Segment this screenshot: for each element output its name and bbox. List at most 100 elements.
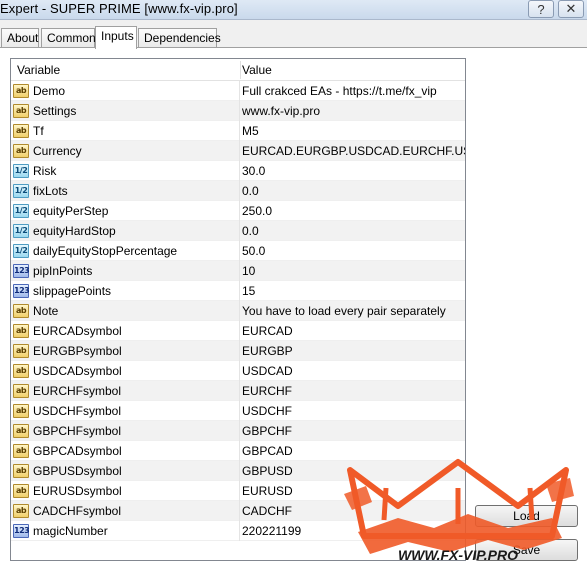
value-cell[interactable]: 0.0 bbox=[241, 221, 465, 241]
string-type-icon: ab bbox=[13, 504, 29, 518]
table-row[interactable]: 123 slippagePoints 15 bbox=[11, 281, 465, 301]
variable-name: pipInPoints bbox=[33, 264, 93, 278]
variable-cell: 123 slippagePoints bbox=[11, 281, 240, 301]
table-row[interactable]: ab USDCHFsymbol USDCHF bbox=[11, 401, 465, 421]
double-type-icon: 1/2 bbox=[13, 204, 29, 218]
string-type-icon: ab bbox=[13, 84, 29, 98]
variable-name: GBPUSDsymbol bbox=[33, 464, 122, 478]
value-cell[interactable]: 30.0 bbox=[241, 161, 465, 181]
value-cell[interactable]: EURCAD bbox=[241, 321, 465, 341]
variable-name: magicNumber bbox=[33, 524, 108, 538]
string-type-icon: ab bbox=[13, 484, 29, 498]
string-type-icon: ab bbox=[13, 304, 29, 318]
window-title: Expert - SUPER PRIME [www.fx-vip.pro] bbox=[0, 1, 238, 16]
variable-cell: ab Settings bbox=[11, 101, 240, 121]
string-type-icon: ab bbox=[13, 424, 29, 438]
string-type-icon: ab bbox=[13, 324, 29, 338]
help-button[interactable]: ? bbox=[528, 0, 554, 18]
variable-name: fixLots bbox=[33, 184, 68, 198]
table-row[interactable]: 123 pipInPoints 10 bbox=[11, 261, 465, 281]
variable-name: EURCADsymbol bbox=[33, 324, 122, 338]
variable-name: USDCHFsymbol bbox=[33, 404, 122, 418]
variable-cell: ab Demo bbox=[11, 81, 240, 101]
variable-cell: 123 pipInPoints bbox=[11, 261, 240, 281]
tab-common[interactable]: Common bbox=[41, 28, 96, 48]
variable-name: Note bbox=[33, 304, 59, 318]
tab-about[interactable]: About bbox=[1, 28, 39, 48]
variable-name: Demo bbox=[33, 84, 66, 98]
variable-name: Settings bbox=[33, 104, 77, 118]
table-row[interactable]: 1/2 Risk 30.0 bbox=[11, 161, 465, 181]
value-cell[interactable]: 15 bbox=[241, 281, 465, 301]
value-cell[interactable]: 10 bbox=[241, 261, 465, 281]
tab-inputs[interactable]: Inputs bbox=[95, 26, 137, 49]
table-row[interactable]: ab Currency EURCAD.EURGBP.USDCAD.EURCHF.US… bbox=[11, 141, 465, 161]
double-type-icon: 1/2 bbox=[13, 224, 29, 238]
string-type-icon: ab bbox=[13, 384, 29, 398]
variable-name: EURGBPsymbol bbox=[33, 344, 122, 358]
variable-cell: 1/2 equityHardStop bbox=[11, 221, 240, 241]
table-row[interactable]: 1/2 dailyEquityStopPercentage 50.0 bbox=[11, 241, 465, 261]
variable-cell: ab USDCADsymbol bbox=[11, 361, 240, 381]
table-row[interactable]: ab Demo Full crakced EAs - https://t.me/fx… bbox=[11, 81, 465, 101]
variable-name: Currency bbox=[33, 144, 82, 158]
value-cell[interactable]: EURGBP bbox=[241, 341, 465, 361]
variable-name: EURUSDsymbol bbox=[33, 484, 122, 498]
variable-cell: ab CADCHFsymbol bbox=[11, 501, 240, 521]
string-type-icon: ab bbox=[13, 344, 29, 358]
table-row[interactable]: ab GBPCHFsymbol GBPCHF bbox=[11, 421, 465, 441]
variable-name: Tf bbox=[33, 124, 44, 138]
value-cell[interactable]: You have to load every pair separately bbox=[241, 301, 465, 321]
integer-type-icon: 123 bbox=[13, 284, 30, 298]
value-cell[interactable]: 0.0 bbox=[241, 181, 465, 201]
double-type-icon: 1/2 bbox=[13, 244, 29, 258]
table-row[interactable]: 1/2 fixLots 0.0 bbox=[11, 181, 465, 201]
table-row[interactable]: ab EURCHFsymbol EURCHF bbox=[11, 381, 465, 401]
value-cell[interactable]: 250.0 bbox=[241, 201, 465, 221]
table-row[interactable]: 1/2 equityPerStep 250.0 bbox=[11, 201, 465, 221]
table-row[interactable]: ab EURGBPsymbol EURGBP bbox=[11, 341, 465, 361]
variable-name: slippagePoints bbox=[33, 284, 112, 298]
variable-cell: 1/2 dailyEquityStopPercentage bbox=[11, 241, 240, 261]
grid-header: Variable Value bbox=[11, 59, 465, 81]
value-cell[interactable]: 50.0 bbox=[241, 241, 465, 261]
tab-dependencies[interactable]: Dependencies bbox=[138, 28, 221, 48]
table-row[interactable]: ab Tf M5 bbox=[11, 121, 465, 141]
variable-cell: 123 magicNumber bbox=[11, 521, 240, 541]
table-row[interactable]: 1/2 equityHardStop 0.0 bbox=[11, 221, 465, 241]
double-type-icon: 1/2 bbox=[13, 184, 29, 198]
table-row[interactable]: ab Note You have to load every pair separa… bbox=[11, 301, 465, 321]
value-cell[interactable]: Full crakced EAs - https://t.me/fx_vip bbox=[241, 81, 465, 101]
title-bar: Expert - SUPER PRIME [www.fx-vip.pro] ? … bbox=[0, 0, 587, 20]
close-button[interactable]: ✕ bbox=[558, 0, 584, 18]
variable-name: CADCHFsymbol bbox=[33, 504, 122, 518]
tab-strip: About Common Inputs Dependencies bbox=[0, 26, 587, 49]
header-value[interactable]: Value bbox=[236, 59, 272, 81]
value-cell[interactable]: EURCAD.EURGBP.USDCAD.EURCHF.US... bbox=[241, 141, 465, 161]
table-row[interactable]: ab Settings www.fx-vip.pro bbox=[11, 101, 465, 121]
variable-cell: ab GBPCADsymbol bbox=[11, 441, 240, 461]
value-cell[interactable]: M5 bbox=[241, 121, 465, 141]
variable-cell: ab Note bbox=[11, 301, 240, 321]
value-cell[interactable]: EURCHF bbox=[241, 381, 465, 401]
value-cell[interactable]: USDCHF bbox=[241, 401, 465, 421]
integer-type-icon: 123 bbox=[13, 524, 30, 538]
variable-cell: 1/2 Risk bbox=[11, 161, 240, 181]
variable-name: GBPCHFsymbol bbox=[33, 424, 122, 438]
string-type-icon: ab bbox=[13, 444, 29, 458]
value-cell[interactable]: USDCAD bbox=[241, 361, 465, 381]
header-variable[interactable]: Variable bbox=[11, 59, 60, 81]
string-type-icon: ab bbox=[13, 144, 29, 158]
table-row[interactable]: ab USDCADsymbol USDCAD bbox=[11, 361, 465, 381]
variable-cell: ab Tf bbox=[11, 121, 240, 141]
integer-type-icon: 123 bbox=[13, 264, 30, 278]
table-row[interactable]: ab EURCADsymbol EURCAD bbox=[11, 321, 465, 341]
watermark-text: WWW.FX-VIP.PRO bbox=[398, 547, 518, 563]
variable-cell: ab EURCADsymbol bbox=[11, 321, 240, 341]
string-type-icon: ab bbox=[13, 364, 29, 378]
string-type-icon: ab bbox=[13, 124, 29, 138]
value-cell[interactable]: www.fx-vip.pro bbox=[241, 101, 465, 121]
variable-cell: 1/2 fixLots bbox=[11, 181, 240, 201]
value-cell[interactable]: GBPCHF bbox=[241, 421, 465, 441]
string-type-icon: ab bbox=[13, 404, 29, 418]
